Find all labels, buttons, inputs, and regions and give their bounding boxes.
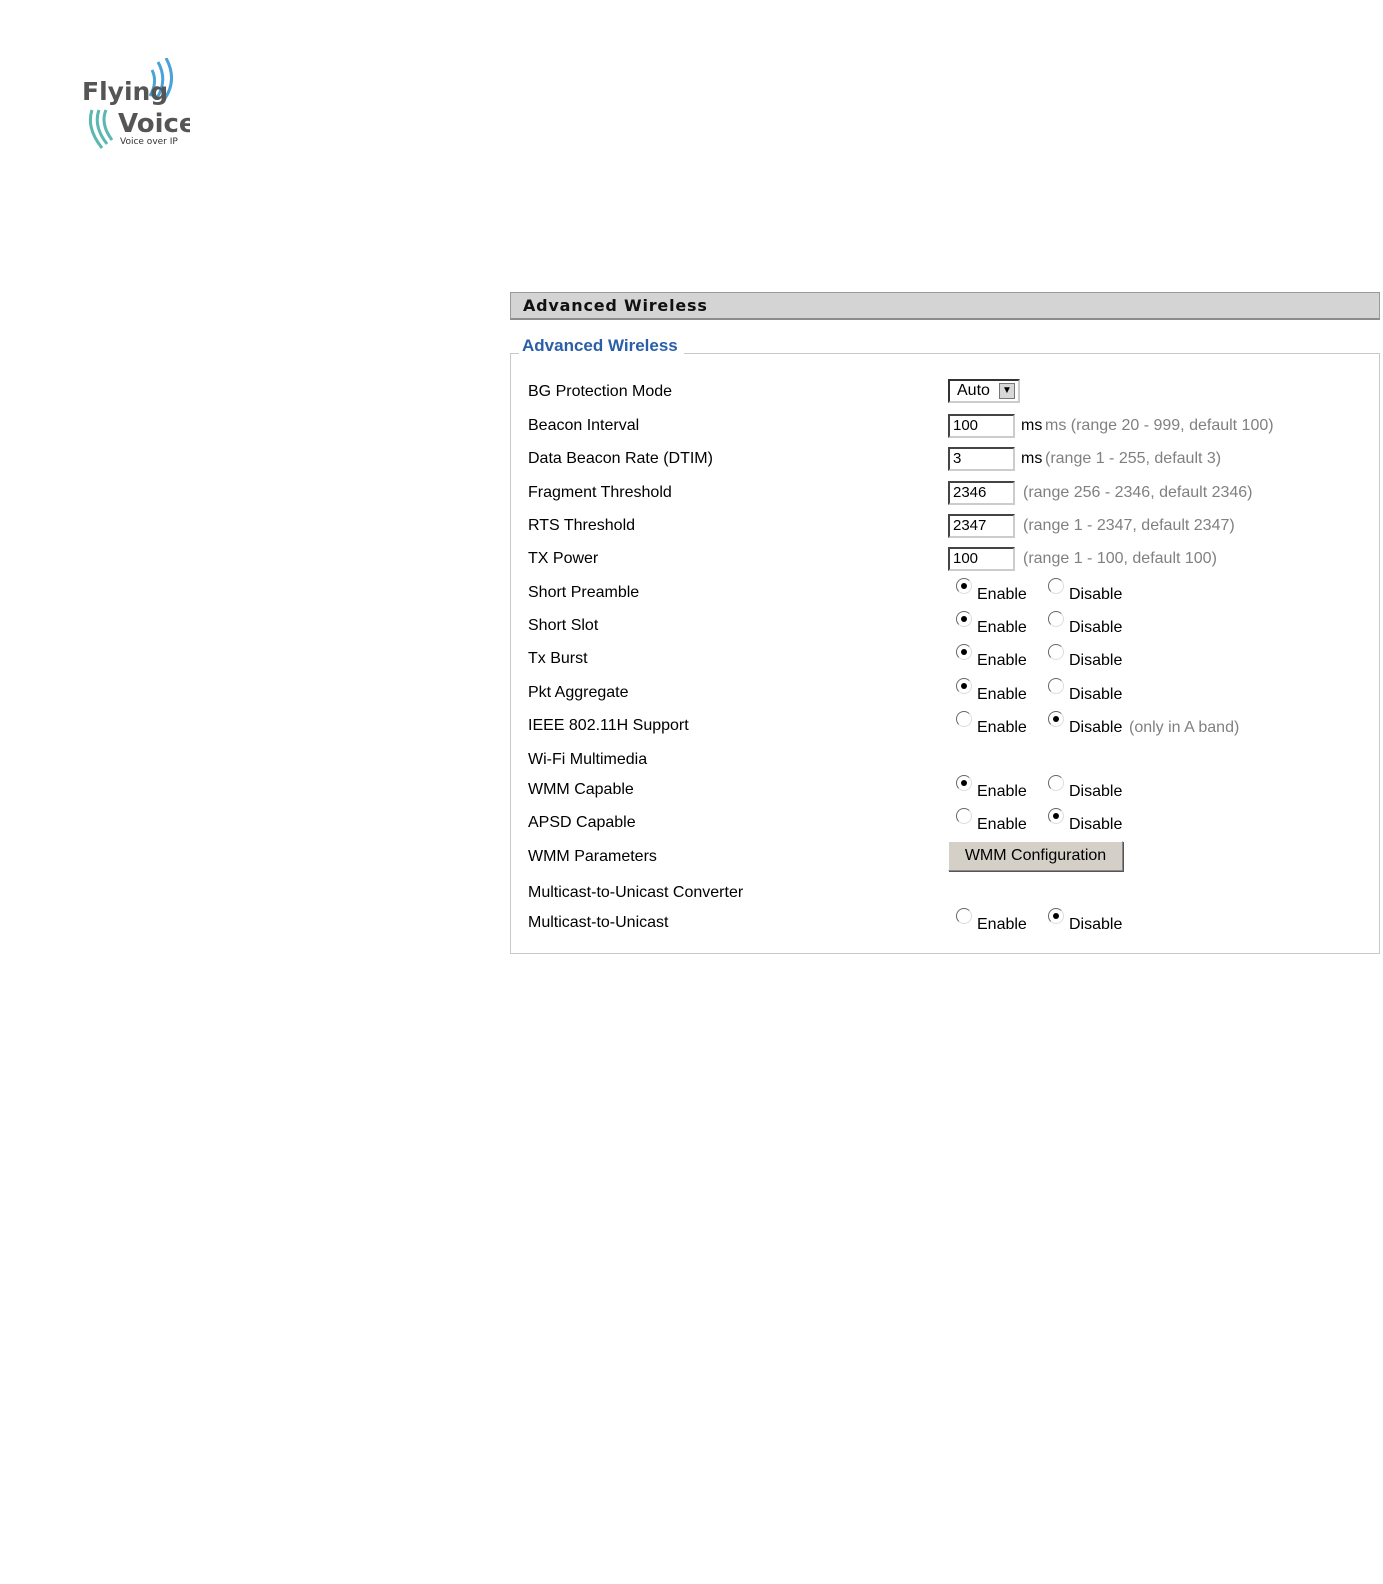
row-pkt-aggregate: Pkt Aggregate Enable Disable (0, 678, 1383, 708)
flying-voice-logo: Flying Voice Voice over IP (80, 58, 190, 158)
section-subheading: Wi-Fi Multimedia (528, 751, 648, 768)
apsd-capable-enable-radio[interactable] (956, 808, 972, 824)
short-slot-enable-radio[interactable] (956, 611, 972, 627)
section-legend: Advanced Wireless (519, 335, 684, 357)
unit-label: ms (1021, 450, 1043, 467)
unit-label: ms (1021, 417, 1043, 434)
m2u-enable-radio[interactable] (956, 908, 972, 924)
field-label: Data Beacon Rate (DTIM) (528, 450, 713, 467)
row-beacon-interval: Beacon Interval 100 ms ms (range 20 - 99… (0, 411, 1383, 441)
field-label: Multicast-to-Unicast (528, 914, 669, 931)
dtim-input[interactable]: 3 (948, 447, 1015, 471)
disable-label: Disable (1069, 783, 1123, 800)
row-bg-protection: BG Protection Mode Auto ▼ (0, 377, 1383, 407)
chevron-down-icon[interactable]: ▼ (999, 383, 1015, 399)
row-fragment-threshold: Fragment Threshold 2346 (range 256 - 234… (0, 478, 1383, 508)
disable-label: Disable (1069, 652, 1123, 669)
field-label: APSD Capable (528, 814, 636, 831)
disable-label: Disable (1069, 719, 1123, 736)
field-label: Beacon Interval (528, 417, 640, 434)
disable-label: Disable (1069, 619, 1123, 636)
enable-label: Enable (977, 619, 1027, 636)
wmm-capable-enable-radio[interactable] (956, 775, 972, 791)
row-wmm-capable: WMM Capable Enable Disable (0, 775, 1383, 805)
enable-label: Enable (977, 916, 1027, 933)
rts-threshold-input[interactable]: 2347 (948, 514, 1015, 538)
row-wifi-multimedia: Wi-Fi Multimedia (0, 745, 1383, 775)
enable-label: Enable (977, 816, 1027, 833)
fragment-threshold-input[interactable]: 2346 (948, 481, 1015, 505)
field-label: Short Slot (528, 617, 599, 634)
short-preamble-disable-radio[interactable] (1048, 578, 1064, 594)
short-preamble-enable-radio[interactable] (956, 578, 972, 594)
enable-label: Enable (977, 586, 1027, 603)
row-m2u-converter: Multicast-to-Unicast Converter (0, 878, 1383, 908)
short-slot-disable-radio[interactable] (1048, 611, 1064, 627)
wmm-capable-disable-radio[interactable] (1048, 775, 1064, 791)
m2u-disable-radio[interactable] (1048, 908, 1064, 924)
field-label: Short Preamble (528, 584, 640, 601)
field-label: TX Power (528, 550, 599, 567)
disable-label: Disable (1069, 816, 1123, 833)
svg-text:Flying: Flying (82, 77, 168, 106)
tx-burst-disable-radio[interactable] (1048, 644, 1064, 660)
field-label: Pkt Aggregate (528, 684, 629, 701)
panel-title: Advanced Wireless (510, 292, 1380, 320)
row-tx-power: TX Power 100 (range 1 - 100, default 100… (0, 544, 1383, 574)
row-tx-burst: Tx Burst Enable Disable (0, 644, 1383, 674)
range-hint: (range 256 - 2346, default 2346) (1023, 484, 1253, 501)
range-hint: (range 1 - 255, default 3) (1045, 450, 1222, 467)
range-hint: (range 1 - 2347, default 2347) (1023, 517, 1235, 534)
disable-label: Disable (1069, 916, 1123, 933)
row-wmm-parameters: WMM Parameters WMM Configuration (0, 841, 1383, 872)
enable-label: Enable (977, 686, 1027, 703)
tx-burst-enable-radio[interactable] (956, 644, 972, 660)
pkt-aggregate-disable-radio[interactable] (1048, 678, 1064, 694)
wmm-configuration-button[interactable]: WMM Configuration (948, 841, 1123, 871)
enable-label: Enable (977, 783, 1027, 800)
enable-label: Enable (977, 652, 1027, 669)
ieee-80211h-disable-radio[interactable] (1048, 711, 1064, 727)
svg-text:Voice: Voice (118, 109, 190, 139)
field-label: IEEE 802.11H Support (528, 717, 689, 734)
select-value: Auto (957, 382, 990, 399)
range-hint: (range 1 - 100, default 100) (1023, 550, 1217, 567)
enable-label: Enable (977, 719, 1027, 736)
field-label: BG Protection Mode (528, 383, 673, 400)
field-label: RTS Threshold (528, 517, 636, 534)
field-label: WMM Capable (528, 781, 634, 798)
row-ieee-80211h: IEEE 802.11H Support Enable Disable (onl… (0, 711, 1383, 741)
pkt-aggregate-enable-radio[interactable] (956, 678, 972, 694)
band-hint: (only in A band) (1129, 719, 1240, 736)
svg-text:Voice over IP: Voice over IP (120, 137, 178, 147)
row-short-preamble: Short Preamble Enable Disable (0, 578, 1383, 608)
apsd-capable-disable-radio[interactable] (1048, 808, 1064, 824)
field-label: Fragment Threshold (528, 484, 672, 501)
row-rts-threshold: RTS Threshold 2347 (range 1 - 2347, defa… (0, 511, 1383, 541)
disable-label: Disable (1069, 686, 1123, 703)
field-label: WMM Parameters (528, 848, 657, 865)
row-apsd-capable: APSD Capable Enable Disable (0, 808, 1383, 838)
row-dtim: Data Beacon Rate (DTIM) 3 ms (range 1 - … (0, 444, 1383, 474)
disable-label: Disable (1069, 586, 1123, 603)
range-hint: ms (range 20 - 999, default 100) (1045, 417, 1274, 434)
tx-power-input[interactable]: 100 (948, 547, 1015, 571)
field-label: Tx Burst (528, 650, 588, 667)
row-multicast-to-unicast: Multicast-to-Unicast Enable Disable (0, 908, 1383, 938)
bg-protection-select[interactable]: Auto ▼ (948, 379, 1020, 403)
section-subheading: Multicast-to-Unicast Converter (528, 884, 744, 901)
row-short-slot: Short Slot Enable Disable (0, 611, 1383, 641)
ieee-80211h-enable-radio[interactable] (956, 711, 972, 727)
beacon-interval-input[interactable]: 100 (948, 414, 1015, 438)
